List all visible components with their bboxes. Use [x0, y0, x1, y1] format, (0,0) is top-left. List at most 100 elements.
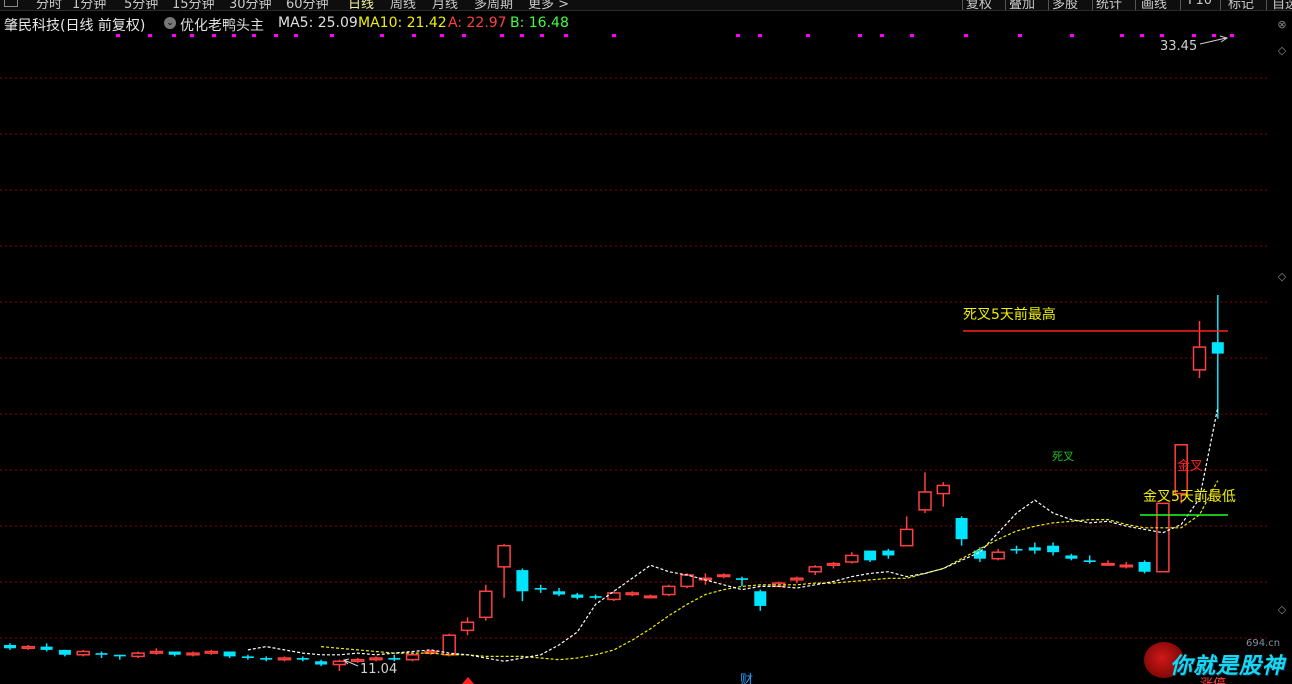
candle-body[interactable]	[955, 518, 968, 540]
period-30min[interactable]: 30分钟	[229, 0, 272, 10]
scroll-down-icon[interactable]: ◇	[1276, 604, 1288, 616]
candle-body[interactable]	[460, 621, 475, 632]
period-multi[interactable]: 多周期	[474, 0, 513, 10]
candle-body[interactable]	[442, 634, 456, 656]
candle-body[interactable]	[589, 596, 602, 598]
signal-dot	[500, 34, 504, 37]
candle-body[interactable]	[1119, 564, 1134, 568]
candle-body[interactable]	[1138, 561, 1151, 572]
candle-body[interactable]	[95, 653, 108, 655]
candle-body[interactable]	[899, 528, 914, 547]
watermark: 你就是股神 694.cn	[1140, 638, 1288, 682]
candle-body[interactable]	[113, 654, 126, 657]
tool-mark[interactable]: 标记	[1228, 0, 1254, 10]
candle-body[interactable]	[808, 566, 822, 573]
divider	[1092, 0, 1093, 10]
candle-body[interactable]	[21, 645, 36, 650]
tool-f10[interactable]: F10	[1188, 0, 1212, 8]
candle-body[interactable]	[223, 651, 236, 657]
candle-body[interactable]	[186, 652, 200, 656]
candle-body[interactable]	[973, 550, 986, 559]
candle-body[interactable]	[388, 658, 401, 660]
candle-body[interactable]	[76, 650, 90, 656]
candle-body[interactable]	[1083, 560, 1096, 562]
period-1min[interactable]: 1分钟	[72, 0, 106, 10]
a-value: A: 22.97	[448, 15, 507, 31]
ma5-line	[247, 407, 1219, 662]
candle-body[interactable]	[845, 554, 859, 563]
tool-stats[interactable]: 统计	[1096, 0, 1122, 10]
candle-body[interactable]	[1010, 548, 1023, 551]
candle-body[interactable]	[643, 595, 658, 599]
tool-overlay[interactable]: 叠加	[1009, 0, 1035, 10]
candle-body[interactable]	[991, 551, 1005, 560]
candle-body[interactable]	[332, 660, 347, 666]
candle-body[interactable]	[553, 591, 565, 595]
b-value: B: 16.48	[510, 15, 569, 31]
signal-dot	[1212, 34, 1216, 37]
candle-body[interactable]	[241, 656, 254, 659]
period-60min[interactable]: 60分钟	[286, 0, 329, 10]
candle-body[interactable]	[1192, 346, 1207, 371]
candle-body[interactable]	[131, 652, 145, 658]
period-fenshi[interactable]: 分时	[36, 0, 62, 10]
divider	[1135, 0, 1136, 10]
candle-body[interactable]	[260, 658, 273, 660]
period-daily[interactable]: 日线	[348, 0, 374, 10]
candle-body[interactable]	[790, 577, 804, 581]
candle-body[interactable]	[826, 562, 841, 566]
period-monthly[interactable]: 月线	[432, 0, 458, 10]
min-price-label: 11.04	[360, 662, 397, 677]
candle-body[interactable]	[662, 585, 676, 596]
candle-body[interactable]	[1156, 502, 1170, 573]
candle-body[interactable]	[405, 654, 420, 661]
candle-body[interactable]	[918, 491, 932, 511]
candle-body[interactable]	[625, 592, 639, 596]
candle-body[interactable]	[716, 574, 731, 578]
candle-body[interactable]	[1065, 555, 1078, 559]
candle-body[interactable]	[516, 570, 529, 592]
candle-body[interactable]	[315, 661, 328, 665]
divider	[1180, 0, 1181, 10]
candle-body[interactable]	[882, 550, 895, 556]
scroll-up-icon[interactable]: ◇	[1276, 45, 1288, 57]
candle-body[interactable]	[497, 544, 511, 568]
candle-body[interactable]	[296, 658, 309, 660]
candle-body[interactable]	[1028, 547, 1041, 551]
indicator-dropdown-icon[interactable]: ⌄	[164, 17, 176, 29]
candle-body[interactable]	[4, 644, 16, 649]
candle-body[interactable]	[754, 591, 767, 606]
candle-body[interactable]	[149, 650, 164, 654]
candle-body[interactable]	[277, 657, 292, 661]
candle-body[interactable]	[534, 588, 547, 590]
kline-chart[interactable]: 死叉5天前最高金叉5天前最低金叉死叉33.4511.04财涨停	[0, 0, 1292, 684]
candle-body[interactable]	[58, 649, 71, 655]
candle-body[interactable]	[607, 592, 621, 601]
watermark-site: 694.cn	[1246, 638, 1281, 649]
candle-body[interactable]	[571, 594, 584, 598]
period-weekly[interactable]: 周线	[390, 0, 416, 10]
divider	[1266, 0, 1267, 10]
candle-body[interactable]	[168, 651, 181, 655]
candle-body[interactable]	[936, 484, 951, 495]
candle-body[interactable]	[736, 578, 748, 580]
tool-watchlist[interactable]: 自选	[1272, 0, 1292, 10]
period-15min[interactable]: 15分钟	[172, 0, 215, 10]
candle-body[interactable]	[40, 646, 53, 650]
tool-multi-stock[interactable]: 多股	[1052, 0, 1078, 10]
zoom-icon[interactable]: ◇	[1276, 271, 1288, 283]
indicator-name[interactable]: 优化老鸭头主	[180, 15, 264, 35]
candle-body[interactable]	[1101, 562, 1115, 566]
collapse-icon[interactable]: ⊗	[1276, 19, 1288, 31]
candle-body[interactable]	[1047, 545, 1060, 553]
period-5min[interactable]: 5分钟	[124, 0, 158, 10]
candle-body[interactable]	[864, 550, 877, 561]
tool-fuquan[interactable]: 复权	[966, 0, 992, 10]
window-icon[interactable]	[4, 0, 18, 7]
tool-draw[interactable]: 画线	[1141, 0, 1167, 10]
candle-body[interactable]	[369, 657, 383, 661]
period-more[interactable]: 更多 >	[528, 0, 569, 10]
candle-body[interactable]	[204, 650, 219, 654]
candle-body[interactable]	[479, 590, 493, 619]
candle-body[interactable]	[1211, 342, 1224, 354]
